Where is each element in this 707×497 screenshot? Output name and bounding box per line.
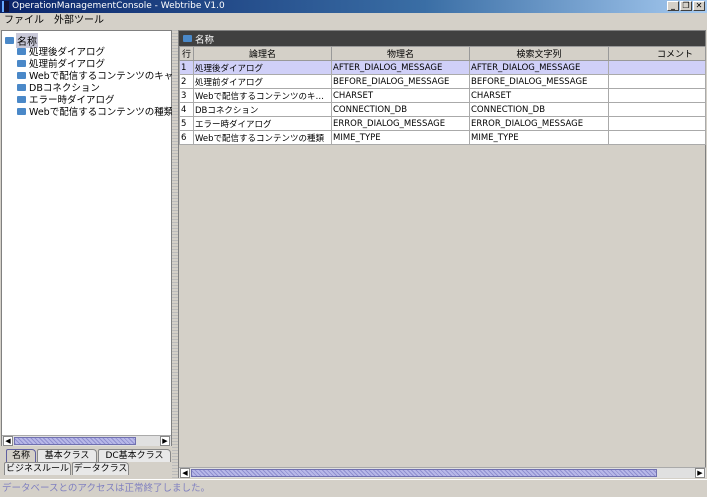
scroll-right-icon[interactable]: ▶ bbox=[160, 436, 170, 446]
table-row[interactable]: 2 処理前ダイアログ BEFORE_DIALOG_MESSAGE BEFORE_DIA… bbox=[179, 74, 706, 89]
tab-dc-basic-class[interactable]: DC基本クラス bbox=[98, 449, 171, 462]
table-header-bar: 名称 bbox=[179, 31, 705, 46]
table-horizontal-scrollbar[interactable]: ◀ ▶ bbox=[179, 467, 706, 478]
scroll-left-icon[interactable]: ◀ bbox=[3, 436, 13, 446]
folder-icon bbox=[5, 37, 14, 44]
table-cell[interactable]: エラー時ダイアログ bbox=[193, 116, 332, 131]
folder-icon bbox=[17, 83, 26, 91]
table-row[interactable]: 4 DBコネクション CONNECTION_DB CONNECTION_DB bbox=[179, 102, 706, 117]
minimize-button[interactable]: _ bbox=[667, 1, 679, 11]
table-row[interactable]: 3 Webで配信するコンテンツのキャ… CHARSET CHARSET bbox=[179, 88, 706, 103]
table-row[interactable]: 1 処理後ダイアログ AFTER_DIALOG_MESSAGE AFTER_DIALO… bbox=[179, 60, 706, 75]
table-cell[interactable]: BEFORE_DIALOG_MESSAGE bbox=[469, 74, 609, 89]
table-cell[interactable] bbox=[608, 74, 706, 89]
tree-tabs: 名称 基本クラス DC基本クラス ビジネスルール データクラス bbox=[3, 447, 171, 477]
table-panel: 名称 行 論理名 物理名 検索文字列 コメント 1 処理後ダイアログ AFTER_D… bbox=[178, 30, 706, 478]
menu-external-tools[interactable]: 外部ツール bbox=[54, 13, 104, 29]
column-header-comment[interactable]: コメント bbox=[608, 46, 706, 61]
window-title: OperationManagementConsole - Webtribe V1… bbox=[12, 1, 225, 11]
folder-icon bbox=[17, 107, 26, 115]
table-cell[interactable] bbox=[608, 60, 706, 75]
scroll-right-icon[interactable]: ▶ bbox=[695, 468, 705, 478]
tab-name[interactable]: 名称 bbox=[6, 449, 36, 462]
table-cell[interactable]: CONNECTION_DB bbox=[469, 102, 609, 117]
close-button[interactable]: ✕ bbox=[693, 1, 705, 11]
table-cell[interactable]: 3 bbox=[179, 88, 194, 103]
table-cell[interactable] bbox=[608, 116, 706, 131]
tab-basic-class[interactable]: 基本クラス bbox=[37, 449, 97, 462]
table-row[interactable]: 5 エラー時ダイアログ ERROR_DIALOG_MESSAGE ERROR_DIAL… bbox=[179, 116, 706, 131]
table-cell[interactable]: MIME_TYPE bbox=[331, 130, 470, 145]
table-cell[interactable]: Webで配信するコンテンツの種類 bbox=[193, 130, 332, 145]
restore-button[interactable]: ❐ bbox=[680, 1, 692, 11]
table-cell[interactable]: 2 bbox=[179, 74, 194, 89]
tree-horizontal-scrollbar[interactable]: ◀ ▶ bbox=[2, 435, 171, 446]
table-cell[interactable]: CHARSET bbox=[469, 88, 609, 103]
table-cell[interactable]: 5 bbox=[179, 116, 194, 131]
scroll-left-icon[interactable]: ◀ bbox=[180, 468, 190, 478]
scroll-thumb[interactable] bbox=[191, 469, 657, 477]
table-cell[interactable]: 処理後ダイアログ bbox=[193, 60, 332, 75]
menu-bar: ファイル 外部ツール bbox=[0, 13, 707, 29]
table-cell[interactable]: ERROR_DIALOG_MESSAGE bbox=[469, 116, 609, 131]
column-header-row[interactable]: 行 bbox=[179, 46, 194, 61]
table-cell[interactable]: CONNECTION_DB bbox=[331, 102, 470, 117]
folder-icon bbox=[17, 71, 26, 79]
table-cell[interactable]: 1 bbox=[179, 60, 194, 75]
table-cell[interactable]: BEFORE_DIALOG_MESSAGE bbox=[331, 74, 470, 89]
status-bar: データベースとのアクセスは正常終了しました。 bbox=[0, 479, 707, 496]
table-cell[interactable]: 6 bbox=[179, 130, 194, 145]
table-cell[interactable] bbox=[608, 88, 706, 103]
table-cell[interactable]: 4 bbox=[179, 102, 194, 117]
tree-item[interactable]: Webで配信するコンテンツの種類 bbox=[17, 104, 173, 118]
tab-business-rule[interactable]: ビジネスルール bbox=[4, 462, 71, 475]
table-cell[interactable]: Webで配信するコンテンツのキャ… bbox=[193, 88, 332, 103]
table-cell[interactable]: MIME_TYPE bbox=[469, 130, 609, 145]
data-table: 行 論理名 物理名 検索文字列 コメント 1 処理後ダイアログ AFTER_DIAL… bbox=[179, 46, 706, 145]
table-cell[interactable] bbox=[608, 102, 706, 117]
column-header-logical-name[interactable]: 論理名 bbox=[193, 46, 332, 61]
tree-panel: 名称 処理後ダイアログ 処理前ダイアログ Webで配信するコンテンツのキャラク … bbox=[1, 30, 192, 446]
column-header-search-string[interactable]: 検索文字列 bbox=[469, 46, 609, 61]
app-icon bbox=[2, 1, 9, 12]
table-cell[interactable] bbox=[608, 130, 706, 145]
folder-icon bbox=[183, 35, 192, 42]
table-row[interactable]: 6 Webで配信するコンテンツの種類 MIME_TYPE MIME_TYPE bbox=[179, 130, 706, 145]
table-cell[interactable]: AFTER_DIALOG_MESSAGE bbox=[469, 60, 609, 75]
menu-file[interactable]: ファイル bbox=[4, 13, 44, 29]
column-header-physical-name[interactable]: 物理名 bbox=[331, 46, 470, 61]
table-cell[interactable]: ERROR_DIALOG_MESSAGE bbox=[331, 116, 470, 131]
tab-data-class[interactable]: データクラス bbox=[72, 462, 129, 475]
folder-icon bbox=[17, 47, 26, 55]
folder-icon bbox=[17, 95, 26, 103]
title-bar: OperationManagementConsole - Webtribe V1… bbox=[0, 0, 707, 13]
folder-icon bbox=[17, 59, 26, 67]
scroll-thumb[interactable] bbox=[14, 437, 136, 445]
table-cell[interactable]: DBコネクション bbox=[193, 102, 332, 117]
table-cell[interactable]: CHARSET bbox=[331, 88, 470, 103]
table-cell[interactable]: AFTER_DIALOG_MESSAGE bbox=[331, 60, 470, 75]
table-cell[interactable]: 処理前ダイアログ bbox=[193, 74, 332, 89]
